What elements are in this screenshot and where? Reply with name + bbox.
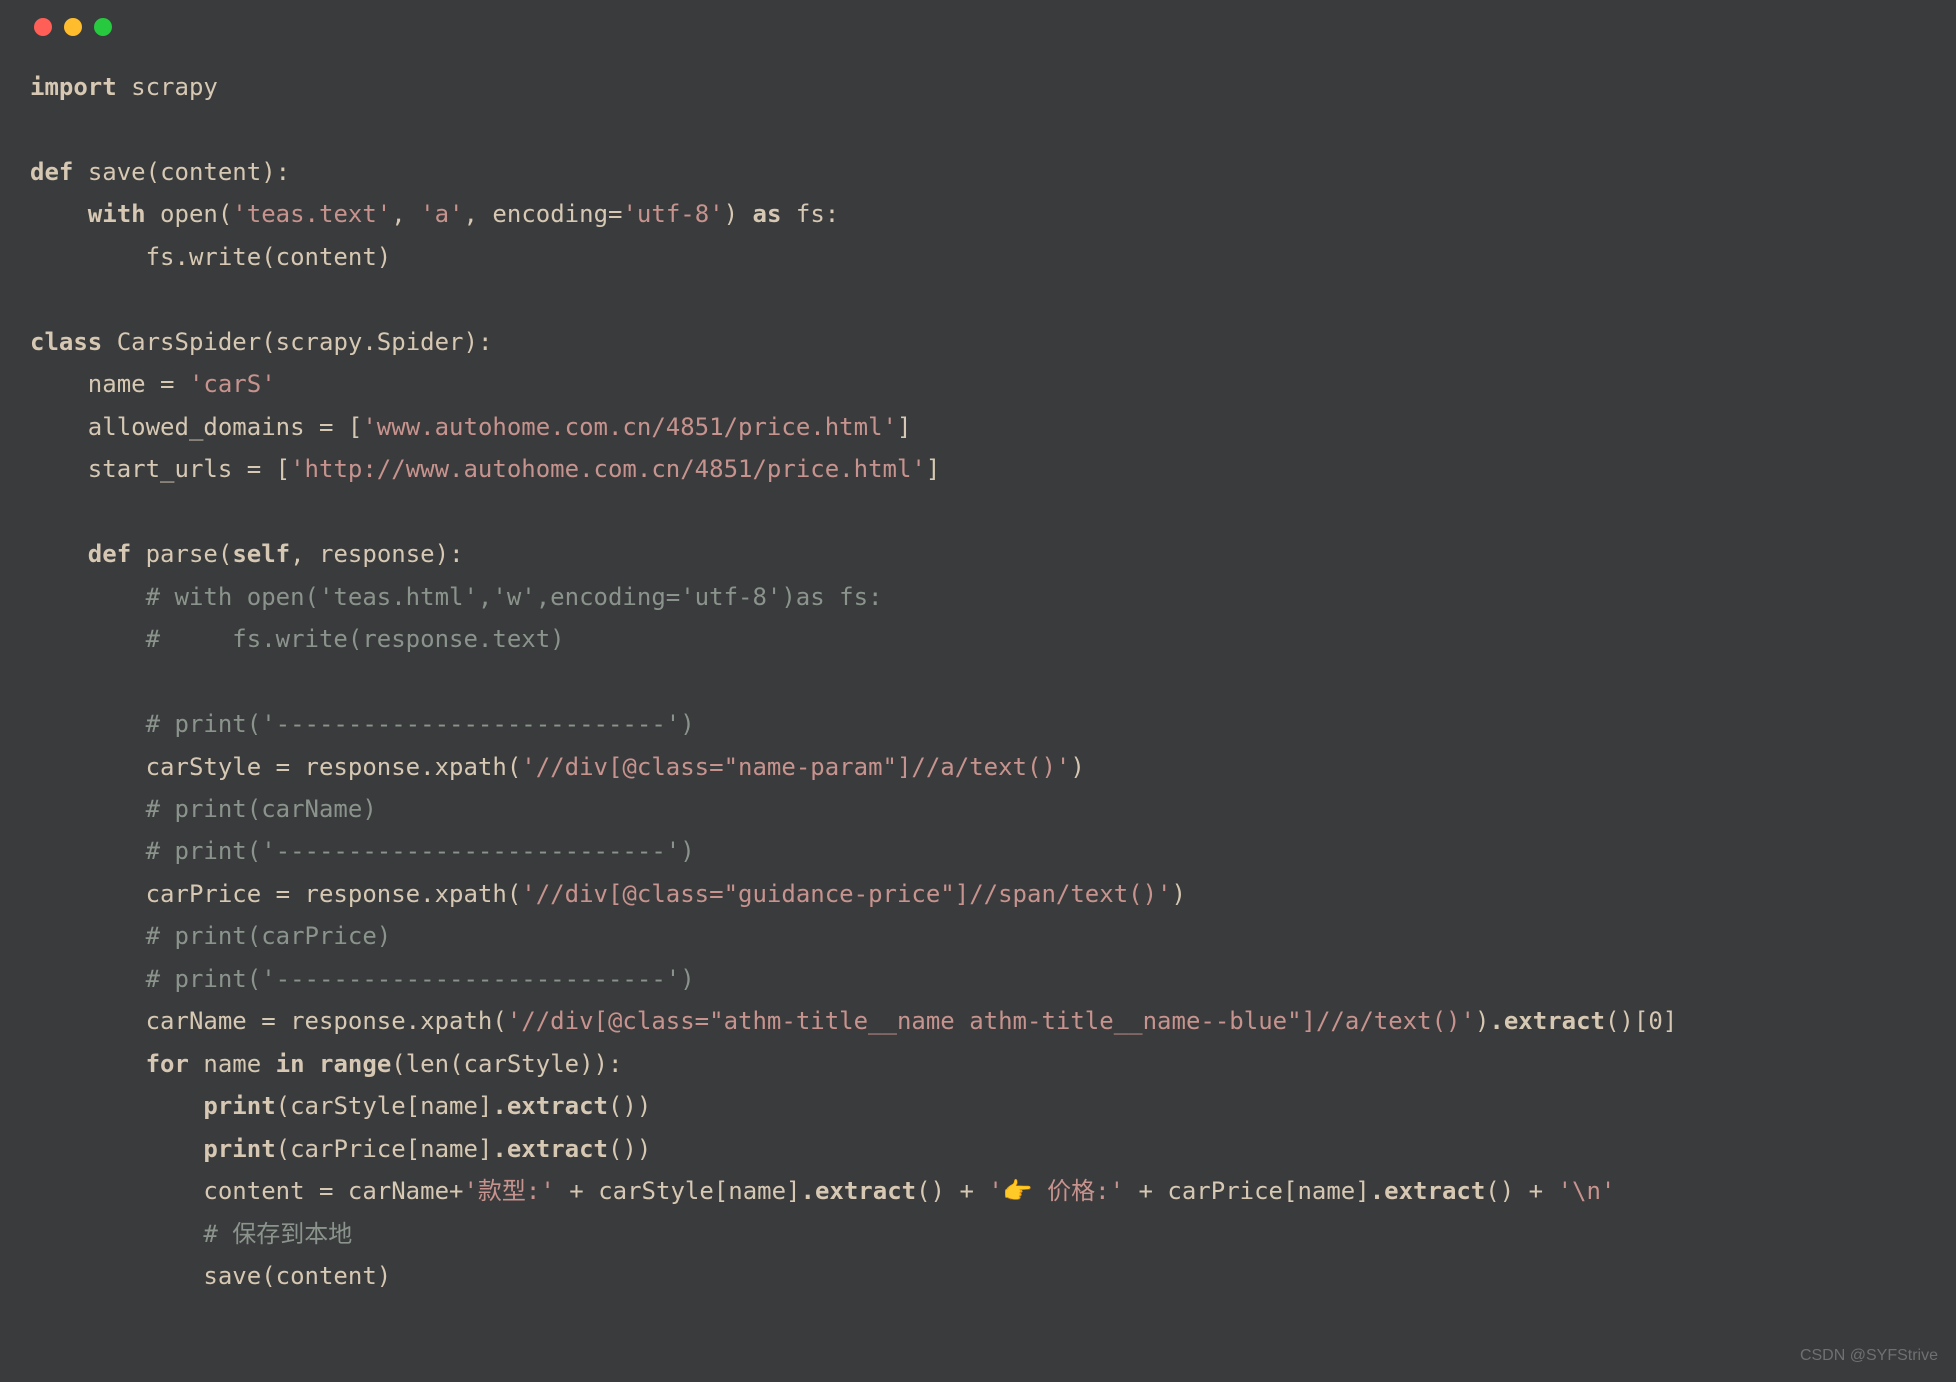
fn-save: save: [88, 158, 146, 186]
cmt-open-teas-html: # with open('teas.html','w',encoding='ut…: [146, 583, 883, 611]
close-paren-5: ): [1070, 753, 1084, 781]
str-newline: '\n': [1558, 1177, 1616, 1205]
plus-3: +: [1124, 1177, 1167, 1205]
open-paren-3: (: [261, 328, 275, 356]
cmt-save-local: # 保存到本地: [203, 1220, 352, 1248]
base-class: scrapy.Spider: [276, 328, 464, 356]
close-paren-4: ): [435, 540, 449, 568]
module-scrapy: scrapy: [131, 73, 218, 101]
kw-import: import: [30, 73, 117, 101]
plus-4: +: [1514, 1177, 1557, 1205]
plus-2: +: [945, 1177, 988, 1205]
eq-1: =: [608, 200, 622, 228]
comma-1: ,: [391, 200, 420, 228]
extract-4: .extract: [801, 1177, 917, 1205]
comma-2: ,: [464, 200, 493, 228]
kw-for: for: [146, 1050, 189, 1078]
val-name: 'carS': [189, 370, 276, 398]
str-utf8: 'utf-8': [622, 200, 723, 228]
code-block: import scrapy def save(content): with op…: [30, 66, 1926, 1298]
str-teas-text: 'teas.text': [232, 200, 391, 228]
paren-close-2: ()): [608, 1135, 651, 1163]
cmt-print-carprice: # print(carPrice): [146, 922, 392, 950]
carprice-xpath: '//div[@class="guidance-price"]//span/te…: [521, 880, 1171, 908]
comma-3: ,: [290, 540, 319, 568]
str-kuanxing: '款型:': [463, 1177, 554, 1205]
param-response: response: [319, 540, 435, 568]
watermark: CSDN @SYFStrive: [1800, 1342, 1938, 1370]
colon: :: [276, 158, 290, 186]
class-name: CarsSpider: [117, 328, 262, 356]
param-content: content: [160, 158, 261, 186]
str-finger-price: '👉 价格:': [988, 1177, 1124, 1205]
colon-3: :: [478, 328, 492, 356]
colon-4: :: [449, 540, 463, 568]
close-paren: ): [261, 158, 275, 186]
attr-start: start_urls = [: [88, 455, 290, 483]
kw-class: class: [30, 328, 102, 356]
range-len: (len(carStyle)):: [391, 1050, 622, 1078]
cmt-dash-3: # print('---------------------------'): [146, 965, 695, 993]
carname-lhs: carName = response.xpath(: [146, 1007, 507, 1035]
carstyle-xpath: '//div[@class="name-param"]//a/text()': [521, 753, 1070, 781]
open-paren: (: [146, 158, 160, 186]
close-bracket-2: ]: [926, 455, 940, 483]
print-1: print: [203, 1092, 275, 1120]
close-paren-3: ): [464, 328, 478, 356]
for-name: name: [203, 1050, 261, 1078]
save-call: save(content): [203, 1262, 391, 1290]
kw-as: as: [753, 200, 782, 228]
param-self: self: [232, 540, 290, 568]
range: range: [319, 1050, 391, 1078]
carprice-lhs: carPrice = response.xpath(: [146, 880, 522, 908]
close-paren-2: ): [724, 200, 738, 228]
kw-with: with: [88, 200, 146, 228]
cmt-dash-2: # print('---------------------------'): [146, 837, 695, 865]
str-mode-a: 'a': [420, 200, 463, 228]
attr-name: name =: [88, 370, 189, 398]
minimize-icon[interactable]: [64, 18, 82, 36]
kw-encoding: encoding: [492, 200, 608, 228]
cmt-fs-write-response: # fs.write(response.text): [146, 625, 565, 653]
extract0: ()[0]: [1605, 1007, 1677, 1035]
content-lhs: content = carName+: [203, 1177, 463, 1205]
cmt-dash-1: # print('---------------------------'): [146, 710, 695, 738]
kw-def-2: def: [88, 540, 131, 568]
extract-2: .extract: [492, 1092, 608, 1120]
extract-5: .extract: [1370, 1177, 1486, 1205]
carprice-idx: carPrice[name]: [1167, 1177, 1369, 1205]
var-fs: fs: [796, 200, 825, 228]
print-style: (carStyle[name]: [276, 1092, 493, 1120]
open-paren-4: (: [218, 540, 232, 568]
code-window: import scrapy def save(content): with op…: [0, 0, 1956, 1382]
fs-write-call: fs.write(content): [146, 243, 392, 271]
extract-3: .extract: [492, 1135, 608, 1163]
carname-xpath: '//div[@class="athm-title__name athm-tit…: [507, 1007, 1475, 1035]
val-allowed: 'www.autohome.com.cn/4851/price.html': [362, 413, 897, 441]
fn-open: open: [160, 200, 218, 228]
cmt-print-carname: # print(carName): [146, 795, 377, 823]
close-bracket-1: ]: [897, 413, 911, 441]
colon-2: :: [825, 200, 839, 228]
extract-1: .extract: [1489, 1007, 1605, 1035]
attr-allowed: allowed_domains = [: [88, 413, 363, 441]
zoom-icon[interactable]: [94, 18, 112, 36]
extract-open-1: (): [916, 1177, 945, 1205]
print-2: print: [203, 1135, 275, 1163]
plus-1: +: [555, 1177, 598, 1205]
carstyle-idx: carStyle[name]: [598, 1177, 800, 1205]
val-start: 'http://www.autohome.com.cn/4851/price.h…: [290, 455, 926, 483]
print-price: (carPrice[name]: [276, 1135, 493, 1163]
carstyle-lhs: carStyle = response.xpath(: [146, 753, 522, 781]
kw-def: def: [30, 158, 73, 186]
paren-close-1: ()): [608, 1092, 651, 1120]
close-paren-7: ): [1475, 1007, 1489, 1035]
fn-parse: parse: [146, 540, 218, 568]
extract-open-2: (): [1485, 1177, 1514, 1205]
kw-in: in: [276, 1050, 305, 1078]
window-traffic-lights: [34, 18, 1926, 36]
close-paren-6: ): [1172, 880, 1186, 908]
open-paren-2: (: [218, 200, 232, 228]
close-icon[interactable]: [34, 18, 52, 36]
